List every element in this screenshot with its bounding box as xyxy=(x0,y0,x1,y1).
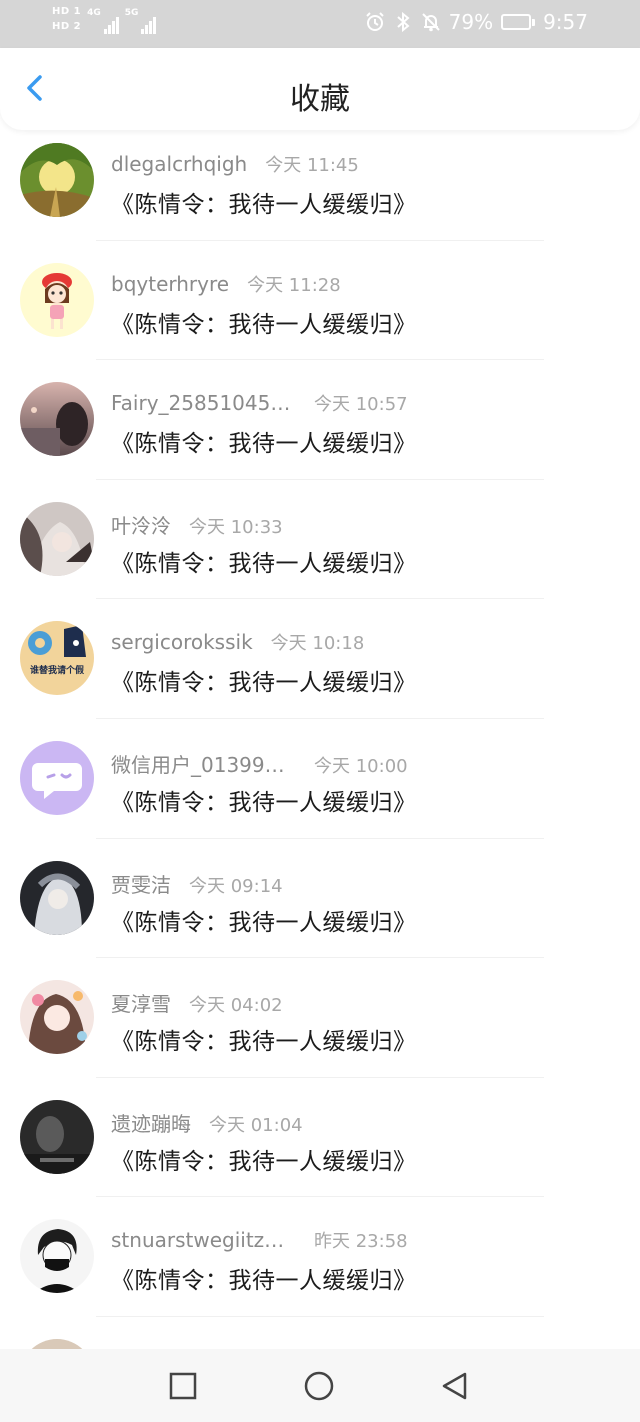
item-meta: sergicorokssik 今天 10:18 xyxy=(111,629,364,655)
bluetooth-icon xyxy=(393,12,413,32)
username[interactable]: Fairy_258510455... xyxy=(111,391,296,415)
network-type-2: 5G xyxy=(124,8,139,18)
item-content[interactable]: 《陈情令：我待一人缓缓归》 xyxy=(111,1142,417,1176)
item-meta: stnuarstwegiitzman 昨天 23:58 xyxy=(111,1227,408,1253)
list-item[interactable]: 谁替我请个假 sergicorokssik 今天 10:18 《陈情令：我待一人缓缓归… xyxy=(0,599,640,719)
favorites-list: dlegalcrhqigh 今天 11:45 《陈情令：我待一人缓缓归》 bqyter… xyxy=(0,121,640,1422)
battery-percent: 79% xyxy=(448,10,494,34)
recents-square-icon xyxy=(169,1372,197,1400)
avatar[interactable] xyxy=(20,501,94,576)
avatar[interactable] xyxy=(20,860,94,935)
hd2-indicator: HD 2 xyxy=(52,21,82,32)
timestamp: 今天 01:04 xyxy=(209,1114,303,1136)
list-item[interactable]: 遗迹蹦晦 今天 01:04 《陈情令：我待一人缓缓归》 xyxy=(0,1078,640,1198)
timestamp: 今天 10:18 xyxy=(270,633,365,655)
item-meta: 叶泠泠 今天 10:33 xyxy=(111,510,283,539)
avatar[interactable] xyxy=(20,740,94,815)
username[interactable]: sergicorokssik xyxy=(111,630,253,654)
list-item[interactable]: 夏淳雪 今天 04:02 《陈情令：我待一人缓缓归》 xyxy=(0,958,640,1078)
status-bar-left: HD 1 HD 2 4G 5G xyxy=(52,6,157,34)
item-meta: 贾雯洁 今天 09:14 xyxy=(111,869,283,898)
item-meta: Fairy_258510455... 今天 10:57 xyxy=(111,390,408,416)
timestamp: 昨天 23:58 xyxy=(314,1231,408,1253)
network-type-1: 4G xyxy=(87,8,101,18)
avatar[interactable] xyxy=(20,1099,94,1174)
item-content[interactable]: 《陈情令：我待一人缓缓归》 xyxy=(111,424,417,458)
item-content[interactable]: 《陈情令：我待一人缓缓归》 xyxy=(111,1261,417,1295)
avatar-caption: 谁替我请个假 xyxy=(29,666,84,677)
timestamp: 今天 10:57 xyxy=(314,394,408,416)
timestamp: 今天 09:14 xyxy=(189,875,283,897)
home-button[interactable] xyxy=(304,1371,334,1401)
list-item[interactable]: 微信用户_013991... 今天 10:00 《陈情令：我待一人缓缓归》 xyxy=(0,719,640,839)
timestamp: 今天 10:00 xyxy=(314,755,408,777)
avatar[interactable] xyxy=(20,262,94,337)
item-meta: bqyterhryre 今天 11:28 xyxy=(111,271,341,297)
timestamp: 今天 11:28 xyxy=(247,274,341,296)
username[interactable]: 叶泠泠 xyxy=(111,510,171,539)
avatar[interactable] xyxy=(20,1219,94,1294)
app-header: 收藏 xyxy=(0,48,640,130)
item-meta: 微信用户_013991... 今天 10:00 xyxy=(111,749,408,778)
list-item[interactable]: stnuarstwegiitzman 昨天 23:58 《陈情令：我待一人缓缓归》 xyxy=(0,1197,640,1317)
favorites-screen: HD 1 HD 2 4G 5G 79% 9:57 收藏 dlegalcrhqig… xyxy=(0,0,640,1422)
username[interactable]: dlegalcrhqigh xyxy=(111,152,247,176)
item-content[interactable]: 《陈情令：我待一人缓缓归》 xyxy=(111,903,417,937)
alarm-icon xyxy=(365,12,385,32)
username[interactable]: 微信用户_013991... xyxy=(111,749,296,778)
username[interactable]: stnuarstwegiitzman xyxy=(111,1228,296,1252)
item-content[interactable]: 《陈情令：我待一人缓缓归》 xyxy=(111,1022,417,1056)
timestamp: 今天 10:33 xyxy=(189,516,283,538)
item-meta: 夏淳雪 今天 04:02 xyxy=(111,988,283,1017)
list-item[interactable]: 叶泠泠 今天 10:33 《陈情令：我待一人缓缓归》 xyxy=(0,480,640,600)
navigation-bar xyxy=(0,1349,640,1422)
mute-icon xyxy=(421,12,441,32)
back-nav-button[interactable] xyxy=(440,1371,470,1401)
list-item[interactable]: dlegalcrhqigh 今天 11:45 《陈情令：我待一人缓缓归》 xyxy=(0,121,640,241)
username[interactable]: 夏淳雪 xyxy=(111,988,171,1017)
page-title: 收藏 xyxy=(290,82,350,117)
clock: 9:57 xyxy=(543,10,588,34)
status-bar-right: 79% 9:57 xyxy=(365,10,588,34)
list-item[interactable]: bqyterhryre 今天 11:28 《陈情令：我待一人缓缓归》 xyxy=(0,241,640,361)
avatar[interactable]: 谁替我请个假 xyxy=(20,621,94,696)
hd-indicators: HD 1 HD 2 xyxy=(52,6,81,33)
item-content[interactable]: 《陈情令：我待一人缓缓归》 xyxy=(111,783,417,817)
item-content[interactable]: 《陈情令：我待一人缓缓归》 xyxy=(111,663,417,697)
status-bar: HD 1 HD 2 4G 5G 79% 9:57 xyxy=(0,0,640,48)
item-meta: dlegalcrhqigh 今天 11:45 xyxy=(111,151,359,177)
hd1-indicator: HD 1 xyxy=(52,6,82,17)
item-content[interactable]: 《陈情令：我待一人缓缓归》 xyxy=(111,544,417,578)
timestamp: 今天 04:02 xyxy=(189,995,283,1017)
signal-icon-2: 5G xyxy=(125,8,157,34)
item-content[interactable]: 《陈情令：我待一人缓缓归》 xyxy=(111,185,417,219)
list-item[interactable]: 贾雯洁 今天 09:14 《陈情令：我待一人缓缓归》 xyxy=(0,839,640,959)
recents-button[interactable] xyxy=(168,1371,198,1401)
username[interactable]: 贾雯洁 xyxy=(111,869,171,898)
back-triangle-icon xyxy=(442,1372,467,1400)
item-meta: 遗迹蹦晦 今天 01:04 xyxy=(111,1108,303,1137)
avatar[interactable] xyxy=(20,980,94,1055)
list-item[interactable]: Fairy_258510455... 今天 10:57 《陈情令：我待一人缓缓归》 xyxy=(0,360,640,480)
timestamp: 今天 11:45 xyxy=(265,155,359,176)
avatar[interactable] xyxy=(20,143,94,217)
username[interactable]: bqyterhryre xyxy=(111,272,229,296)
item-content[interactable]: 《陈情令：我待一人缓缓归》 xyxy=(111,305,417,339)
battery-charging-icon xyxy=(501,14,536,30)
username[interactable]: 遗迹蹦晦 xyxy=(111,1108,191,1137)
avatar[interactable] xyxy=(20,382,94,457)
signal-icon: 4G xyxy=(87,8,119,34)
home-circle-icon xyxy=(304,1371,334,1401)
